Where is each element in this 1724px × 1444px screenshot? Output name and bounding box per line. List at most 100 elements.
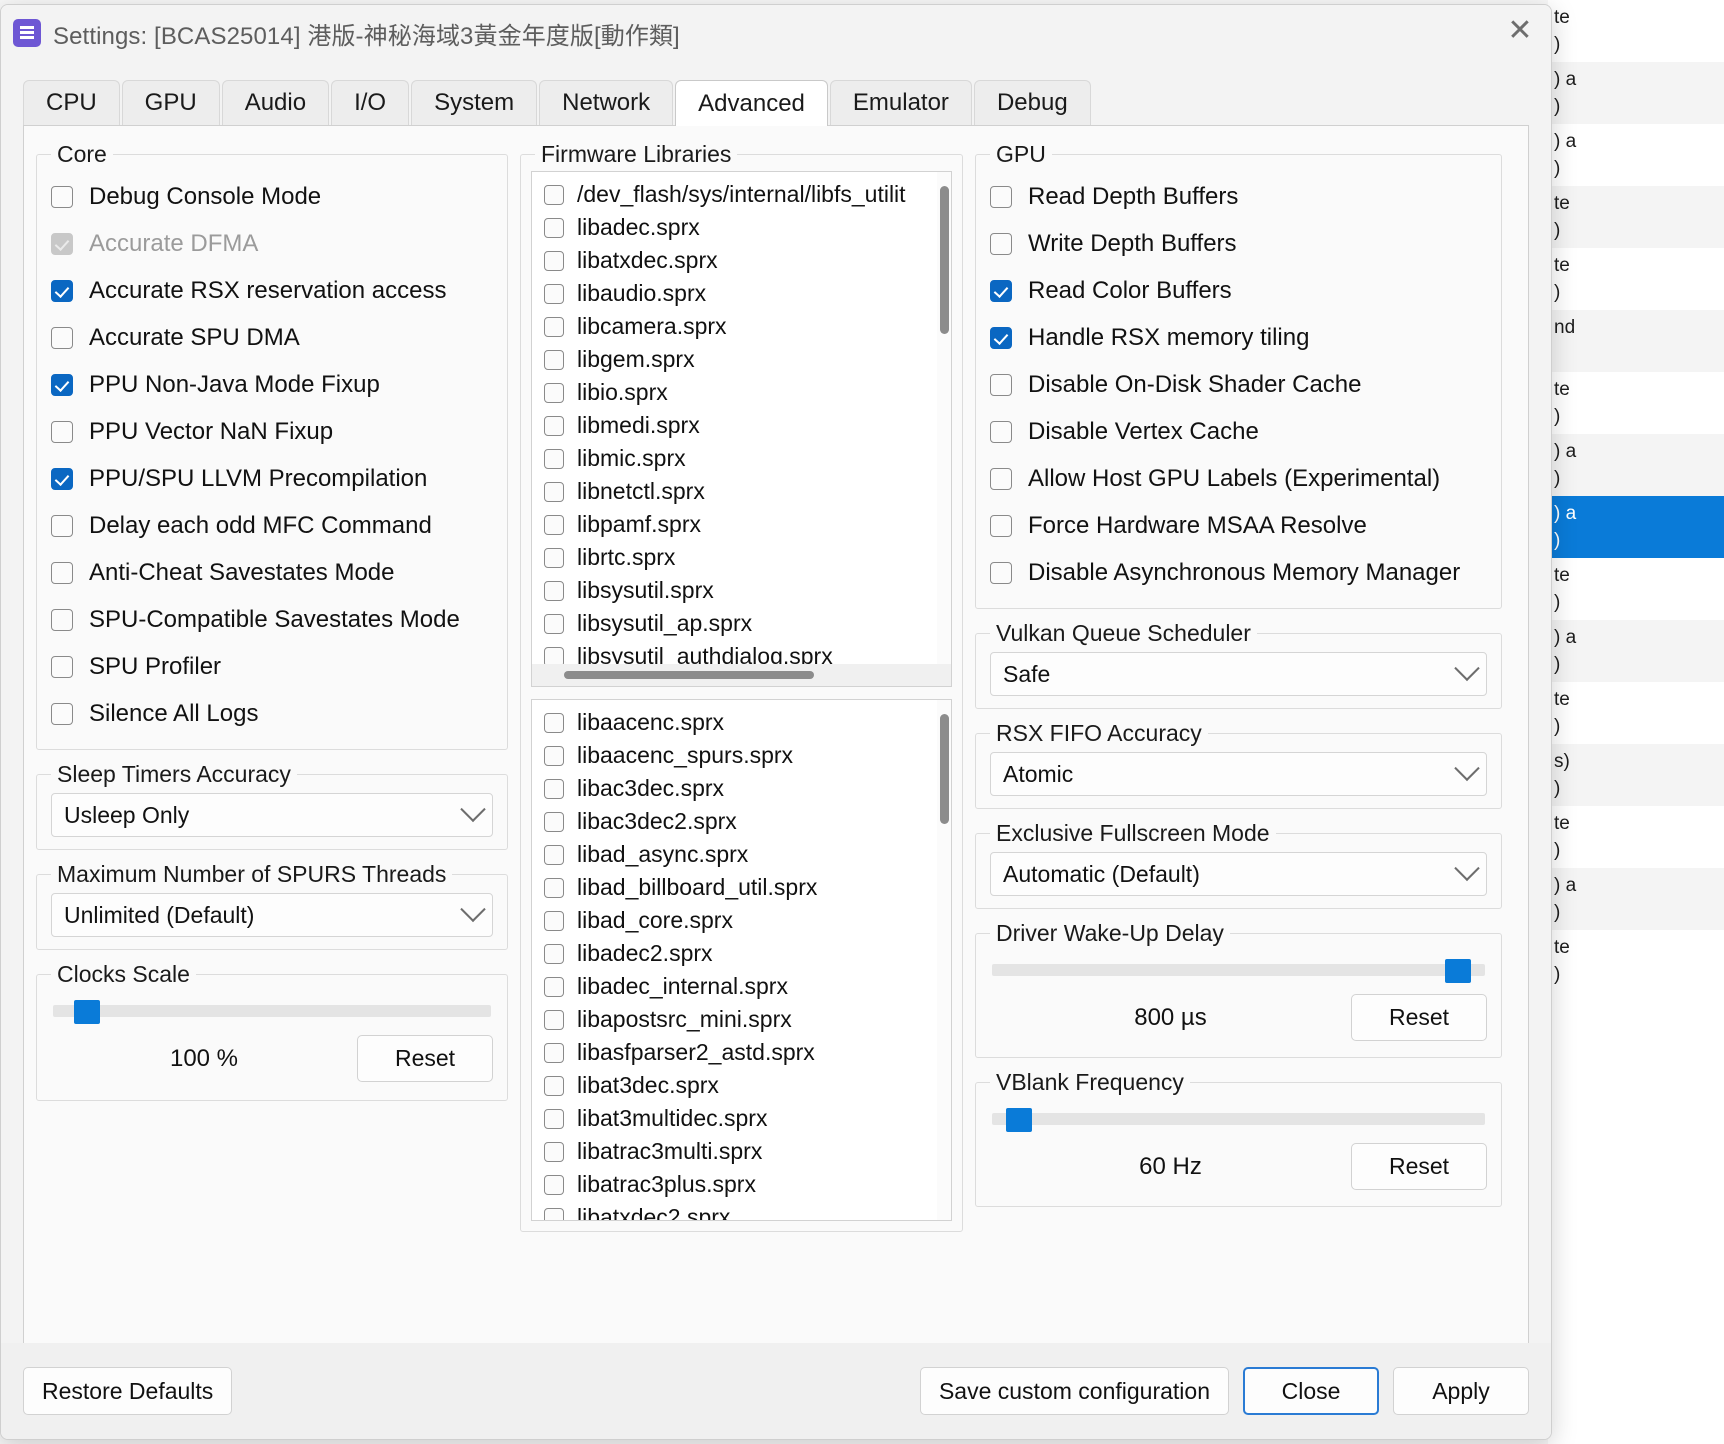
- checkbox-icon[interactable]: [544, 1108, 564, 1129]
- checkbox-icon[interactable]: [544, 415, 564, 436]
- checkbox-icon[interactable]: [51, 373, 73, 396]
- apply-button[interactable]: Apply: [1393, 1367, 1529, 1415]
- checkbox-icon[interactable]: [544, 448, 564, 469]
- background-list-item[interactable]: ) a): [1548, 434, 1724, 496]
- background-list-item[interactable]: te): [1548, 682, 1724, 744]
- firmware-available-item[interactable]: libat3dec.sprx: [532, 1069, 951, 1102]
- checkbox-icon[interactable]: [544, 712, 564, 733]
- clocks-scale-reset-button[interactable]: Reset: [357, 1035, 493, 1082]
- firmware-selected-vscroll-thumb[interactable]: [940, 186, 949, 334]
- background-list-item[interactable]: ) a): [1548, 62, 1724, 124]
- gpu-checkbox-force-hardware-msaa-resolve[interactable]: Force Hardware MSAA Resolve: [990, 502, 1487, 549]
- checkbox-icon[interactable]: [990, 561, 1012, 584]
- checkbox-icon[interactable]: [544, 217, 564, 238]
- firmware-available-item[interactable]: libad_async.sprx: [532, 838, 951, 871]
- gpu-checkbox-write-depth-buffers[interactable]: Write Depth Buffers: [990, 220, 1487, 267]
- driver-wakeup-slider-handle[interactable]: [1444, 959, 1471, 983]
- background-list-item[interactable]: ) a): [1548, 620, 1724, 682]
- firmware-available-item[interactable]: libatrac3plus.sprx: [532, 1168, 951, 1201]
- checkbox-icon[interactable]: [51, 467, 73, 490]
- firmware-selected-hscroll-thumb[interactable]: [564, 671, 814, 679]
- core-checkbox-silence-all-logs[interactable]: Silence All Logs: [51, 690, 493, 737]
- gpu-checkbox-handle-rsx-memory-tiling[interactable]: Handle RSX memory tiling: [990, 314, 1487, 361]
- firmware-available-item[interactable]: libasfparser2_astd.sprx: [532, 1036, 951, 1069]
- checkbox-icon[interactable]: [544, 943, 564, 964]
- firmware-selected-item[interactable]: libsysutil_ap.sprx: [532, 607, 951, 640]
- firmware-available-item[interactable]: libad_billboard_util.sprx: [532, 871, 951, 904]
- background-list-item[interactable]: te): [1548, 806, 1724, 868]
- checkbox-icon[interactable]: [544, 1075, 564, 1096]
- firmware-available-item[interactable]: libad_core.sprx: [532, 904, 951, 937]
- firmware-selected-item[interactable]: /dev_flash/sys/internal/libfs_utilit: [532, 178, 951, 211]
- sleep-timers-accuracy-select[interactable]: Usleep Only: [51, 793, 493, 837]
- checkbox-icon[interactable]: [51, 279, 73, 302]
- checkbox-icon[interactable]: [51, 561, 73, 584]
- checkbox-icon[interactable]: [544, 910, 564, 931]
- close-icon[interactable]: ✕: [1489, 5, 1551, 55]
- core-checkbox-ppu-vector-nan-fixup[interactable]: PPU Vector NaN Fixup: [51, 408, 493, 455]
- firmware-available-item[interactable]: libapostsrc_mini.sprx: [532, 1003, 951, 1036]
- clocks-scale-slider-handle[interactable]: [73, 1000, 100, 1024]
- checkbox-icon[interactable]: [51, 420, 73, 443]
- rsx-fifo-accuracy-select[interactable]: Atomic: [990, 752, 1487, 796]
- checkbox-icon[interactable]: [544, 613, 564, 634]
- core-checkbox-ppu-non-java-mode-fixup[interactable]: PPU Non-Java Mode Fixup: [51, 361, 493, 408]
- checkbox-icon[interactable]: [544, 844, 564, 865]
- core-checkbox-spu-compatible-savestates-mode[interactable]: SPU-Compatible Savestates Mode: [51, 596, 493, 643]
- gpu-checkbox-disable-on-disk-shader-cache[interactable]: Disable On-Disk Shader Cache: [990, 361, 1487, 408]
- checkbox-icon[interactable]: [990, 185, 1012, 208]
- core-checkbox-spu-profiler[interactable]: SPU Profiler: [51, 643, 493, 690]
- tab-i-o[interactable]: I/O: [331, 80, 410, 125]
- tab-system[interactable]: System: [411, 80, 538, 125]
- checkbox-icon[interactable]: [544, 547, 564, 568]
- firmware-available-vscroll-thumb[interactable]: [940, 714, 949, 824]
- firmware-available-item[interactable]: libatrac3multi.sprx: [532, 1135, 951, 1168]
- tab-gpu[interactable]: GPU: [121, 80, 220, 125]
- gpu-checkbox-allow-host-gpu-labels-experimental[interactable]: Allow Host GPU Labels (Experimental): [990, 455, 1487, 502]
- checkbox-icon[interactable]: [990, 279, 1012, 302]
- tab-cpu[interactable]: CPU: [23, 80, 120, 125]
- background-list-item[interactable]: nd: [1548, 310, 1724, 372]
- checkbox-icon[interactable]: [51, 326, 73, 349]
- checkbox-icon[interactable]: [544, 250, 564, 271]
- checkbox-icon[interactable]: [990, 467, 1012, 490]
- checkbox-icon[interactable]: [544, 877, 564, 898]
- gpu-checkbox-disable-vertex-cache[interactable]: Disable Vertex Cache: [990, 408, 1487, 455]
- checkbox-icon[interactable]: [544, 514, 564, 535]
- firmware-selected-item[interactable]: libio.sprx: [532, 376, 951, 409]
- core-checkbox-delay-each-odd-mfc-command[interactable]: Delay each odd MFC Command: [51, 502, 493, 549]
- checkbox-icon[interactable]: [51, 514, 73, 537]
- checkbox-icon[interactable]: [544, 745, 564, 766]
- gpu-checkbox-disable-asynchronous-memory-manager[interactable]: Disable Asynchronous Memory Manager: [990, 549, 1487, 596]
- firmware-selected-item[interactable]: libmedi.sprx: [532, 409, 951, 442]
- firmware-available-item[interactable]: libac3dec.sprx: [532, 772, 951, 805]
- tab-audio[interactable]: Audio: [221, 80, 330, 125]
- close-button[interactable]: Close: [1243, 1367, 1379, 1415]
- background-game-list[interactable]: te)) a)) a) te) te) nd te)) a)) a) te)) a) te)…: [1548, 0, 1724, 1444]
- vblank-slider-handle[interactable]: [1006, 1108, 1032, 1132]
- firmware-selected-item[interactable]: libaudio.sprx: [532, 277, 951, 310]
- checkbox-icon[interactable]: [544, 1174, 564, 1195]
- background-list-item[interactable]: ) a): [1548, 124, 1724, 186]
- checkbox-icon[interactable]: [990, 420, 1012, 443]
- firmware-available-item[interactable]: libatxdec2.sprx: [532, 1201, 951, 1220]
- core-checkbox-anti-cheat-savestates-mode[interactable]: Anti-Cheat Savestates Mode: [51, 549, 493, 596]
- firmware-selected-item[interactable]: libmic.sprx: [532, 442, 951, 475]
- firmware-selected-list[interactable]: /dev_flash/sys/internal/libfs_utilitliba…: [531, 171, 952, 687]
- firmware-selected-hscroll-track[interactable]: [532, 664, 951, 686]
- firmware-available-item[interactable]: libat3multidec.sprx: [532, 1102, 951, 1135]
- firmware-selected-item[interactable]: libsysutil.sprx: [532, 574, 951, 607]
- background-list-item[interactable]: ) a): [1548, 496, 1724, 558]
- background-list-item[interactable]: te): [1548, 558, 1724, 620]
- firmware-available-item[interactable]: libaacenc_spurs.sprx: [532, 739, 951, 772]
- checkbox-icon[interactable]: [544, 976, 564, 997]
- background-list-item[interactable]: te): [1548, 248, 1724, 310]
- vblank-slider[interactable]: [992, 1108, 1485, 1132]
- background-list-item[interactable]: te): [1548, 186, 1724, 248]
- checkbox-icon[interactable]: [544, 349, 564, 370]
- vulkan-queue-scheduler-select[interactable]: Safe: [990, 652, 1487, 696]
- driver-wakeup-reset-button[interactable]: Reset: [1351, 994, 1487, 1041]
- checkbox-icon[interactable]: [990, 326, 1012, 349]
- background-list-item[interactable]: te): [1548, 930, 1724, 992]
- checkbox-icon[interactable]: [990, 514, 1012, 537]
